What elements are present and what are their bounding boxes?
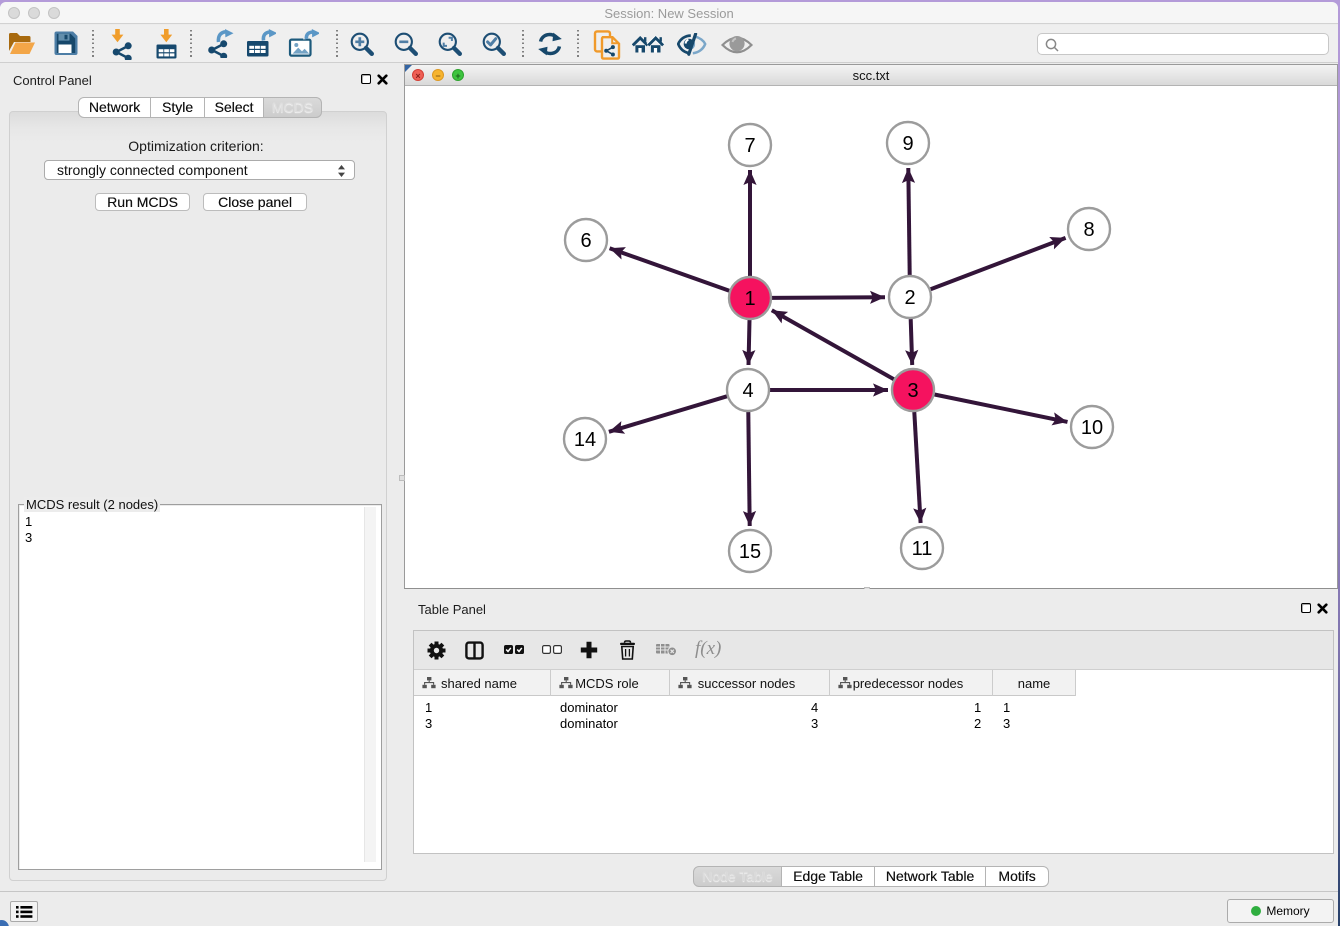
svg-text:2: 2 xyxy=(904,287,915,309)
svg-text:15: 15 xyxy=(739,541,761,563)
svg-text:4: 4 xyxy=(742,380,753,402)
svg-text:9: 9 xyxy=(902,133,913,155)
svg-text:6: 6 xyxy=(580,230,591,252)
svg-text:3: 3 xyxy=(907,380,918,402)
svg-text:14: 14 xyxy=(574,429,596,451)
svg-text:1: 1 xyxy=(744,288,755,310)
svg-text:8: 8 xyxy=(1083,219,1094,241)
svg-text:11: 11 xyxy=(912,538,933,560)
svg-text:7: 7 xyxy=(744,135,755,157)
svg-text:10: 10 xyxy=(1081,417,1103,439)
